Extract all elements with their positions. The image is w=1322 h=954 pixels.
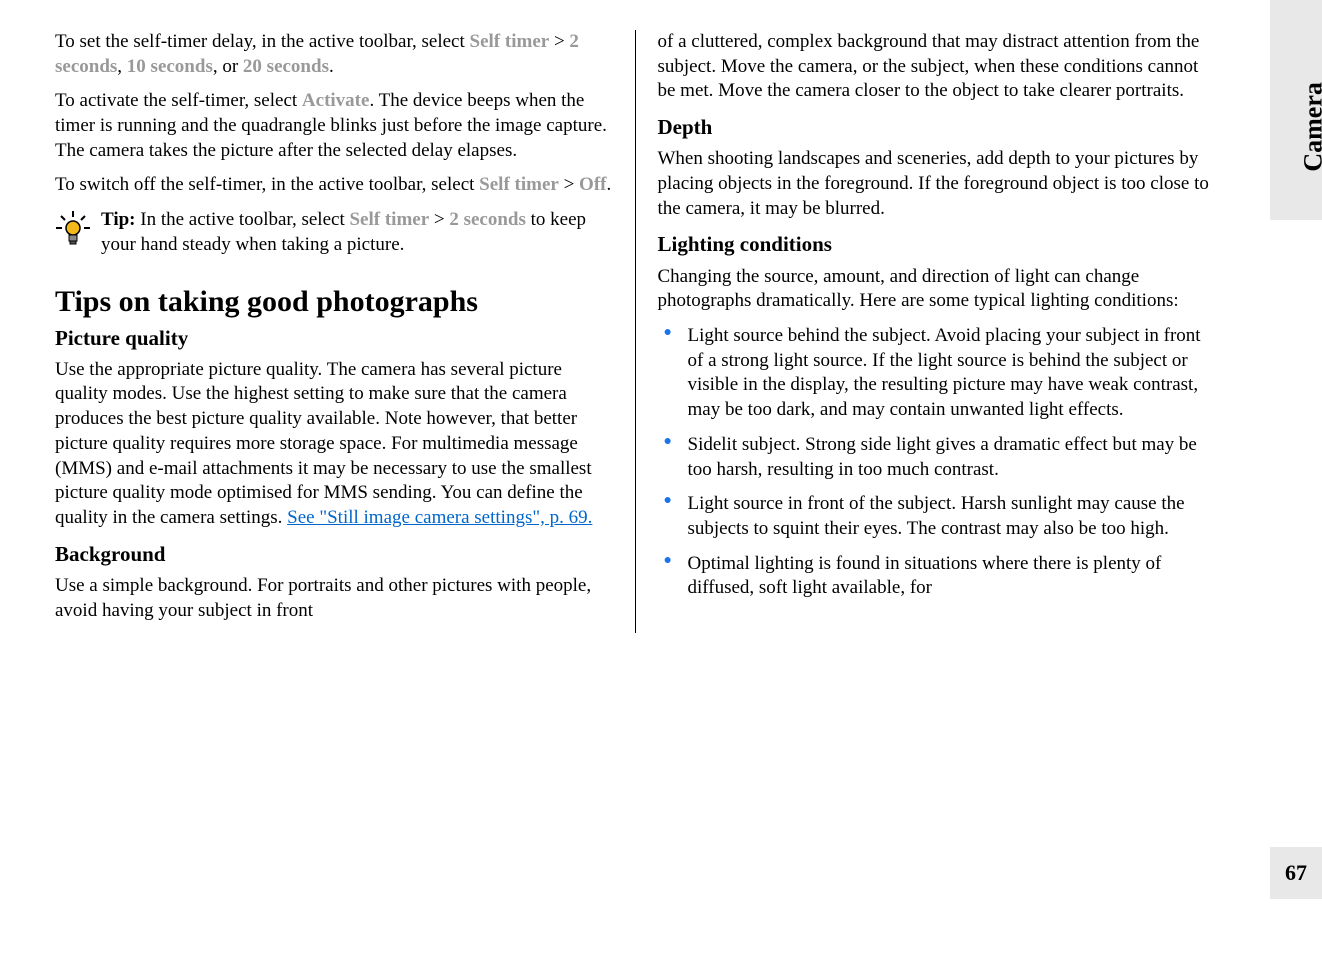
subsection-heading: Picture quality — [55, 325, 613, 352]
tip-text: Tip: In the active toolbar, select Self … — [101, 208, 613, 257]
subsection-heading: Background — [55, 541, 613, 568]
tip-label: Tip: — [101, 209, 140, 230]
paragraph: To activate the self-timer, select Activ… — [55, 89, 613, 163]
bullet-list: Light source behind the subject. Avoid p… — [658, 324, 1216, 601]
ui-term: 20 seconds — [243, 56, 329, 77]
text: > — [559, 174, 579, 195]
tip-block: Tip: In the active toolbar, select Self … — [55, 208, 613, 267]
text: , — [117, 56, 127, 77]
chapter-label: Camera — [1297, 82, 1322, 172]
paragraph: To switch off the self-timer, in the act… — [55, 173, 613, 198]
text: To switch off the self-timer, in the act… — [55, 174, 479, 195]
page-content: To set the self-timer delay, in the acti… — [55, 30, 1215, 633]
ui-term: 2 seconds — [449, 209, 526, 230]
text: . — [606, 174, 611, 195]
left-column: To set the self-timer delay, in the acti… — [55, 30, 635, 633]
text: Use the appropriate picture quality. The… — [55, 359, 592, 528]
ui-term: Off — [579, 174, 606, 195]
ui-term: Self timer — [349, 209, 429, 230]
cross-reference-link[interactable]: See "Still image camera settings", p. 69… — [287, 507, 592, 528]
ui-term: 10 seconds — [127, 56, 213, 77]
subsection-heading: Depth — [658, 114, 1216, 141]
lightbulb-icon — [55, 210, 91, 246]
ui-term: Activate — [302, 90, 370, 111]
list-item: Light source behind the subject. Avoid p… — [658, 324, 1216, 423]
list-item: Sidelit subject. Strong side light gives… — [658, 433, 1216, 482]
text: To activate the self-timer, select — [55, 90, 302, 111]
list-item: Optimal lighting is found in situations … — [658, 552, 1216, 601]
paragraph: Use a simple background. For portraits a… — [55, 574, 613, 623]
ui-term: Self timer — [470, 31, 550, 52]
paragraph: Changing the source, amount, and directi… — [658, 265, 1216, 314]
paragraph: To set the self-timer delay, in the acti… — [55, 30, 613, 79]
page-number: 67 — [1270, 847, 1322, 899]
side-tab: Camera 67 — [1270, 0, 1322, 954]
text: In the active toolbar, select — [140, 209, 349, 230]
ui-term: Self timer — [479, 174, 559, 195]
text: , or — [213, 56, 243, 77]
text: . — [329, 56, 334, 77]
list-item: Light source in front of the subject. Ha… — [658, 492, 1216, 541]
text: > — [549, 31, 569, 52]
text: > — [429, 209, 449, 230]
right-column: of a cluttered, complex background that … — [636, 30, 1216, 633]
text: To set the self-timer delay, in the acti… — [55, 31, 470, 52]
subsection-heading: Lighting conditions — [658, 231, 1216, 258]
paragraph: of a cluttered, complex background that … — [658, 30, 1216, 104]
paragraph: When shooting landscapes and sceneries, … — [658, 147, 1216, 221]
section-heading: Tips on taking good photographs — [55, 282, 613, 321]
paragraph: Use the appropriate picture quality. The… — [55, 358, 613, 531]
